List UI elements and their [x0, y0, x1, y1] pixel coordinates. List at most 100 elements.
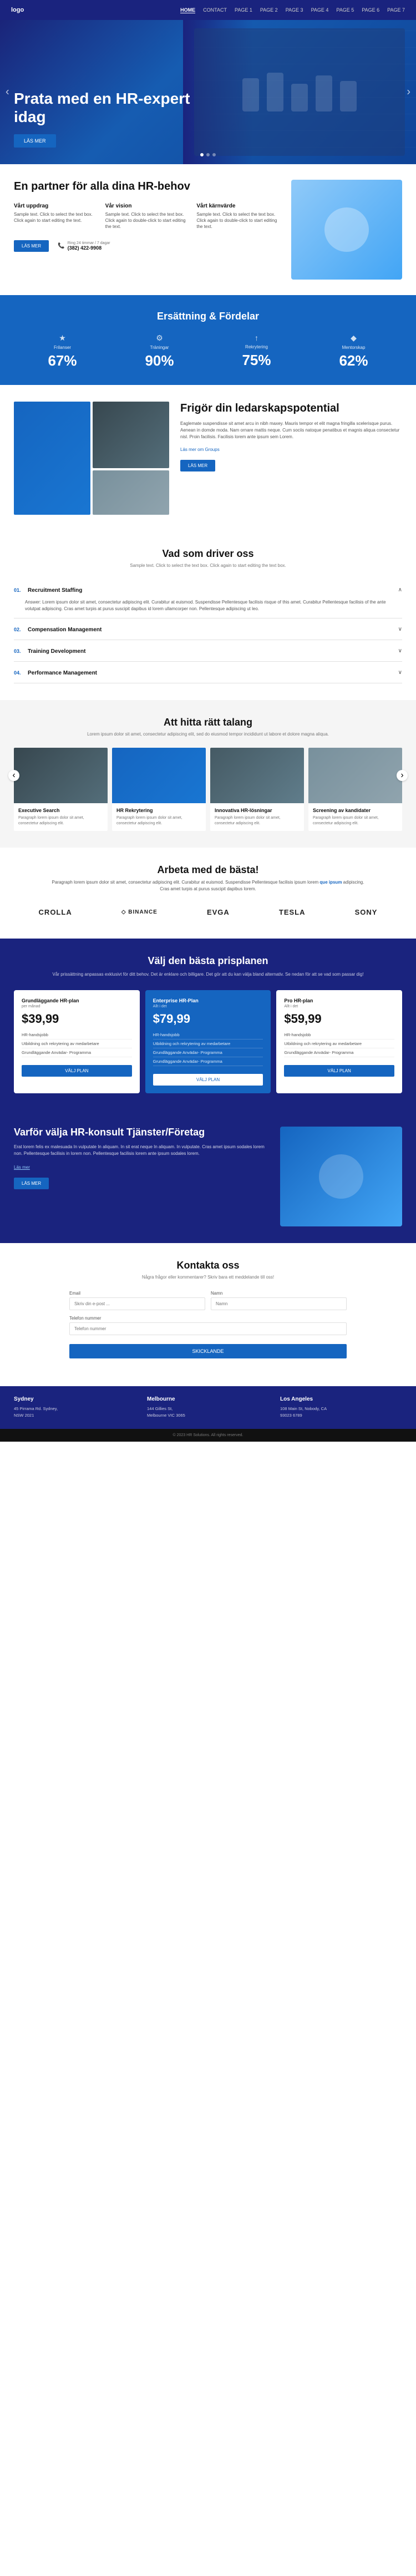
- stat-traningar-label: Träningar: [111, 345, 208, 350]
- phone-input[interactable]: [69, 1322, 347, 1335]
- why-more-button[interactable]: LÄS MER: [14, 1178, 49, 1189]
- talent-slider: ‹ Executive Search Paragraph lorem ipsum…: [14, 748, 402, 831]
- footer-city-melbourne: Melbourne: [147, 1396, 269, 1402]
- hero-next-arrow[interactable]: ›: [407, 86, 410, 99]
- pricing-btn-pro[interactable]: VÄLJ PLAN: [284, 1065, 394, 1077]
- pricing-plan-name-enterprise: Enterprise HR-Plan: [153, 998, 263, 1003]
- leadership-img-1: [14, 402, 90, 515]
- accordion-label-3: Training Development: [28, 648, 85, 655]
- pricing-feature: HR-handsjobb: [22, 1031, 132, 1039]
- arbeta-title: Arbeta med de bästa!: [14, 864, 402, 876]
- talent-card-text-3: Paragraph lorem ipsum dolor sit amet, co…: [215, 815, 300, 826]
- submit-button[interactable]: SKICKLANDE: [69, 1344, 347, 1358]
- accordion-header-1[interactable]: 01. Recruitment Staffing ∧: [14, 585, 402, 595]
- pricing-btn-enterprise[interactable]: VÄLJ PLAN: [153, 1074, 263, 1086]
- hero-dot-1[interactable]: [200, 153, 204, 156]
- logo-crolla: CROLLA: [39, 908, 72, 916]
- frilanser-icon: ★: [14, 333, 111, 343]
- nav-page7[interactable]: PAGE 7: [387, 7, 405, 13]
- accordion-header-2[interactable]: 02. Compensation Management ∨: [14, 624, 402, 634]
- pricing-feature: Grundläggande Anvädar- Programma: [22, 1048, 132, 1057]
- leadership-text: Eaglemate suspendisse sit amet arcu in n…: [180, 420, 402, 440]
- accordion-body-1: Answer: Lorem ipsum dolor sit amet, cons…: [14, 599, 402, 612]
- accordion-num-1: 01.: [14, 587, 21, 593]
- why-section: Varför välja HR-konsult Tjänster/Företag…: [0, 1110, 416, 1243]
- logo-evga: EVGA: [207, 908, 230, 916]
- stat-traningar-value: 90%: [111, 352, 208, 369]
- pricing-per-pro: Allt i det: [284, 1005, 394, 1008]
- nav-page3[interactable]: PAGE 3: [286, 7, 303, 13]
- arbeta-highlight: que ipsum: [319, 880, 342, 885]
- talent-card-body-4: Screening av kandidater Paragraph lorem …: [308, 803, 402, 831]
- name-label: Namn: [211, 1291, 347, 1296]
- hero-cta-button[interactable]: LÄS MER: [14, 134, 56, 148]
- phone-label: Ring 24 timmar / 7 dagar: [68, 241, 110, 245]
- hero-dot-3[interactable]: [212, 153, 216, 156]
- talent-prev-arrow[interactable]: ‹: [8, 770, 19, 781]
- why-content: Varför välja HR-konsult Tjänster/Företag…: [14, 1127, 269, 1190]
- accordion-item-2: 02. Compensation Management ∨: [14, 618, 402, 640]
- why-image: [280, 1127, 402, 1226]
- accordion-label-2: Compensation Management: [28, 627, 102, 633]
- partner-col2-title: Vår vision: [105, 203, 189, 209]
- partner-col-3: Vårt kärnvärde Sample text. Click to sel…: [196, 203, 280, 230]
- footer-city-sydney: Sydney: [14, 1396, 136, 1402]
- email-input[interactable]: [69, 1297, 205, 1310]
- nav-home[interactable]: HOME: [180, 7, 195, 13]
- nav-contact[interactable]: CONTACT: [203, 7, 227, 13]
- why-link[interactable]: Läs mer: [14, 1165, 269, 1170]
- talent-card-text-1: Paragraph lorem ipsum dolor sit amet, co…: [18, 815, 103, 826]
- pricing-price-basic: $39,99: [22, 1012, 132, 1026]
- email-label: Email: [69, 1291, 205, 1296]
- talent-card-body-2: HR Rekrytering Paragraph lorem ipsum dol…: [112, 803, 206, 831]
- rekrytering-icon: ↑: [208, 333, 305, 342]
- form-row-2: Telefon nummer: [69, 1316, 347, 1335]
- leadership-img-2: [93, 402, 169, 468]
- accordion-header-3[interactable]: 03. Training Development ∨: [14, 646, 402, 656]
- accordion-label-1: Recruitment Staffing: [28, 587, 82, 594]
- leadership-link[interactable]: Läs mer om Groups: [180, 447, 402, 452]
- partner-col3-text: Sample text. Click to select the text bo…: [196, 211, 280, 230]
- pricing-features-enterprise: HR-handsjobb Utbildning och rekrytering …: [153, 1031, 263, 1066]
- talent-card-img-3: [210, 748, 304, 803]
- pricing-plan-name-basic: Grundläggande HR-plan: [22, 998, 132, 1003]
- stat-mentorskap-value: 62%: [305, 352, 402, 369]
- talent-next-arrow[interactable]: ›: [397, 770, 408, 781]
- contact-subtitle: Några frågor eller kommentarer? Skriv ba…: [14, 1275, 402, 1280]
- contact-form: Email Namn Telefon nummer SKICKLANDE: [69, 1291, 347, 1358]
- name-input[interactable]: [211, 1297, 347, 1310]
- nav-page6[interactable]: PAGE 6: [362, 7, 379, 13]
- partner-col1-title: Vårt uppdrag: [14, 203, 98, 209]
- leadership-section: Frigör din ledarskapspotential Eaglemate…: [0, 385, 416, 531]
- stats-items: ★ Frilanser 67% ⚙ Träningar 90% ↑ Rekryt…: [14, 333, 402, 369]
- nav-page2[interactable]: PAGE 2: [260, 7, 278, 13]
- talent-card-img-4: [308, 748, 402, 803]
- leadership-more-button[interactable]: LÄS MER: [180, 460, 215, 471]
- pricing-plan-name-pro: Pro HR-plan: [284, 998, 394, 1003]
- pricing-card-enterprise: Enterprise HR-Plan Allt i det $79,99 HR-…: [145, 990, 271, 1093]
- hero-dot-2[interactable]: [206, 153, 210, 156]
- accordion-header-4[interactable]: 04. Performance Management ∨: [14, 667, 402, 677]
- partner-section: En partner för alla dina HR-behov Vårt u…: [0, 164, 416, 295]
- accordion-num-3: 03.: [14, 648, 21, 654]
- pricing-features-basic: HR-handsjobb Utbildning och rekrytering …: [22, 1031, 132, 1057]
- nav-links: HOME CONTACT PAGE 1 PAGE 2 PAGE 3 PAGE 4…: [180, 7, 405, 13]
- partner-left: En partner för alla dina HR-behov Vårt u…: [14, 180, 280, 252]
- nav-page1[interactable]: PAGE 1: [235, 7, 252, 13]
- accordion-num-4: 04.: [14, 670, 21, 676]
- phone-label: Telefon nummer: [69, 1316, 347, 1321]
- accordion-item-1: 01. Recruitment Staffing ∧ Answer: Lorem…: [14, 579, 402, 618]
- nav-page5[interactable]: PAGE 5: [336, 7, 354, 13]
- nav-page4[interactable]: PAGE 4: [311, 7, 329, 13]
- partner-columns: Vårt uppdrag Sample text. Click to selec…: [14, 203, 280, 230]
- pricing-btn-basic[interactable]: VÄLJ PLAN: [22, 1065, 132, 1077]
- talent-title: Att hitta rätt talang: [14, 717, 402, 728]
- partner-more-button[interactable]: LÄS MER: [14, 240, 49, 252]
- talent-subtitle: Lorem ipsum dolor sit amet, consectetur …: [14, 732, 402, 737]
- hero-title: Prata med en HR-expert idag: [14, 89, 191, 126]
- partner-col2-text: Sample text. Click to select the text bo…: [105, 211, 189, 230]
- stat-frilanser-label: Frilanser: [14, 345, 111, 350]
- hero-prev-arrow[interactable]: ‹: [6, 86, 9, 99]
- footer: Sydney 45 Pirrama Rd. Sydney,NSW 2021 Me…: [0, 1386, 416, 1429]
- copyright: © 2023 HR Solutions. All rights reserved…: [173, 1433, 243, 1437]
